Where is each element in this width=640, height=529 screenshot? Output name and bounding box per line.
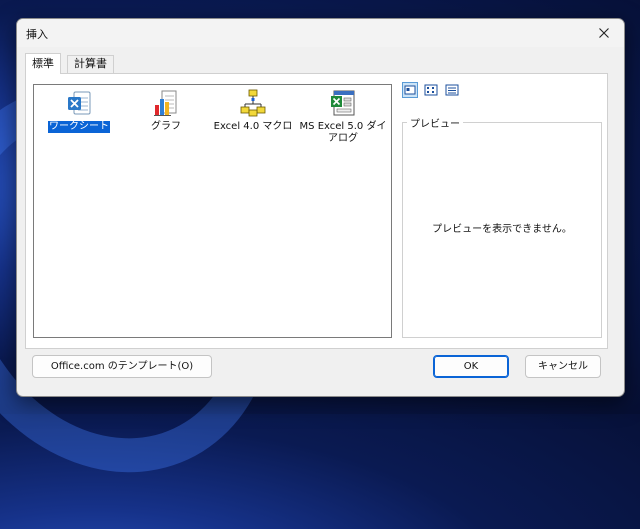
chart-icon bbox=[154, 90, 177, 116]
insert-dialog: 挿入 標準 計算書 ワークシート グラフ Excel 4.0 マクロ MS Ex… bbox=[16, 18, 625, 397]
template-label: グラフ bbox=[151, 121, 181, 132]
template-item-dialog-sheet[interactable]: MS Excel 5.0 ダイアログ bbox=[298, 89, 388, 149]
preview-message: プレビューを表示できません。 bbox=[432, 224, 572, 235]
large-icons-view-icon bbox=[404, 85, 416, 95]
tab-spreadsheet-solutions[interactable]: 計算書 bbox=[67, 55, 114, 73]
template-item-macro-sheet[interactable]: Excel 4.0 マクロ bbox=[210, 89, 296, 149]
excel-worksheet-icon bbox=[68, 91, 91, 115]
ok-button[interactable]: OK bbox=[433, 355, 509, 378]
close-icon bbox=[599, 28, 609, 38]
template-label: MS Excel 5.0 ダイアログ bbox=[299, 121, 387, 144]
template-label: Excel 4.0 マクロ bbox=[213, 121, 293, 132]
title-bar: 挿入 bbox=[17, 19, 624, 47]
details-view-button[interactable] bbox=[444, 82, 460, 98]
template-item-chart[interactable]: グラフ bbox=[123, 89, 209, 149]
cancel-button[interactable]: キャンセル bbox=[525, 355, 601, 378]
preview-legend: プレビュー bbox=[407, 115, 463, 130]
close-button[interactable] bbox=[584, 19, 624, 47]
list-view-button[interactable] bbox=[423, 82, 439, 98]
tab-standard[interactable]: 標準 bbox=[25, 53, 61, 74]
details-view-icon bbox=[445, 84, 459, 96]
dialog-sheet-icon bbox=[331, 90, 355, 116]
dialog-title: 挿入 bbox=[26, 28, 48, 41]
tab-panel: ワークシート グラフ Excel 4.0 マクロ MS Excel 5.0 ダイ… bbox=[25, 73, 608, 349]
large-icons-view-button[interactable] bbox=[402, 82, 418, 98]
list-view-icon bbox=[424, 84, 438, 96]
template-item-worksheet[interactable]: ワークシート bbox=[36, 89, 122, 149]
macro-sheet-icon bbox=[240, 89, 266, 117]
template-list[interactable]: ワークシート グラフ Excel 4.0 マクロ MS Excel 5.0 ダイ… bbox=[33, 84, 392, 338]
template-label: ワークシート bbox=[48, 121, 110, 133]
office-templates-button[interactable]: Office.com のテンプレート(O) bbox=[32, 355, 212, 378]
